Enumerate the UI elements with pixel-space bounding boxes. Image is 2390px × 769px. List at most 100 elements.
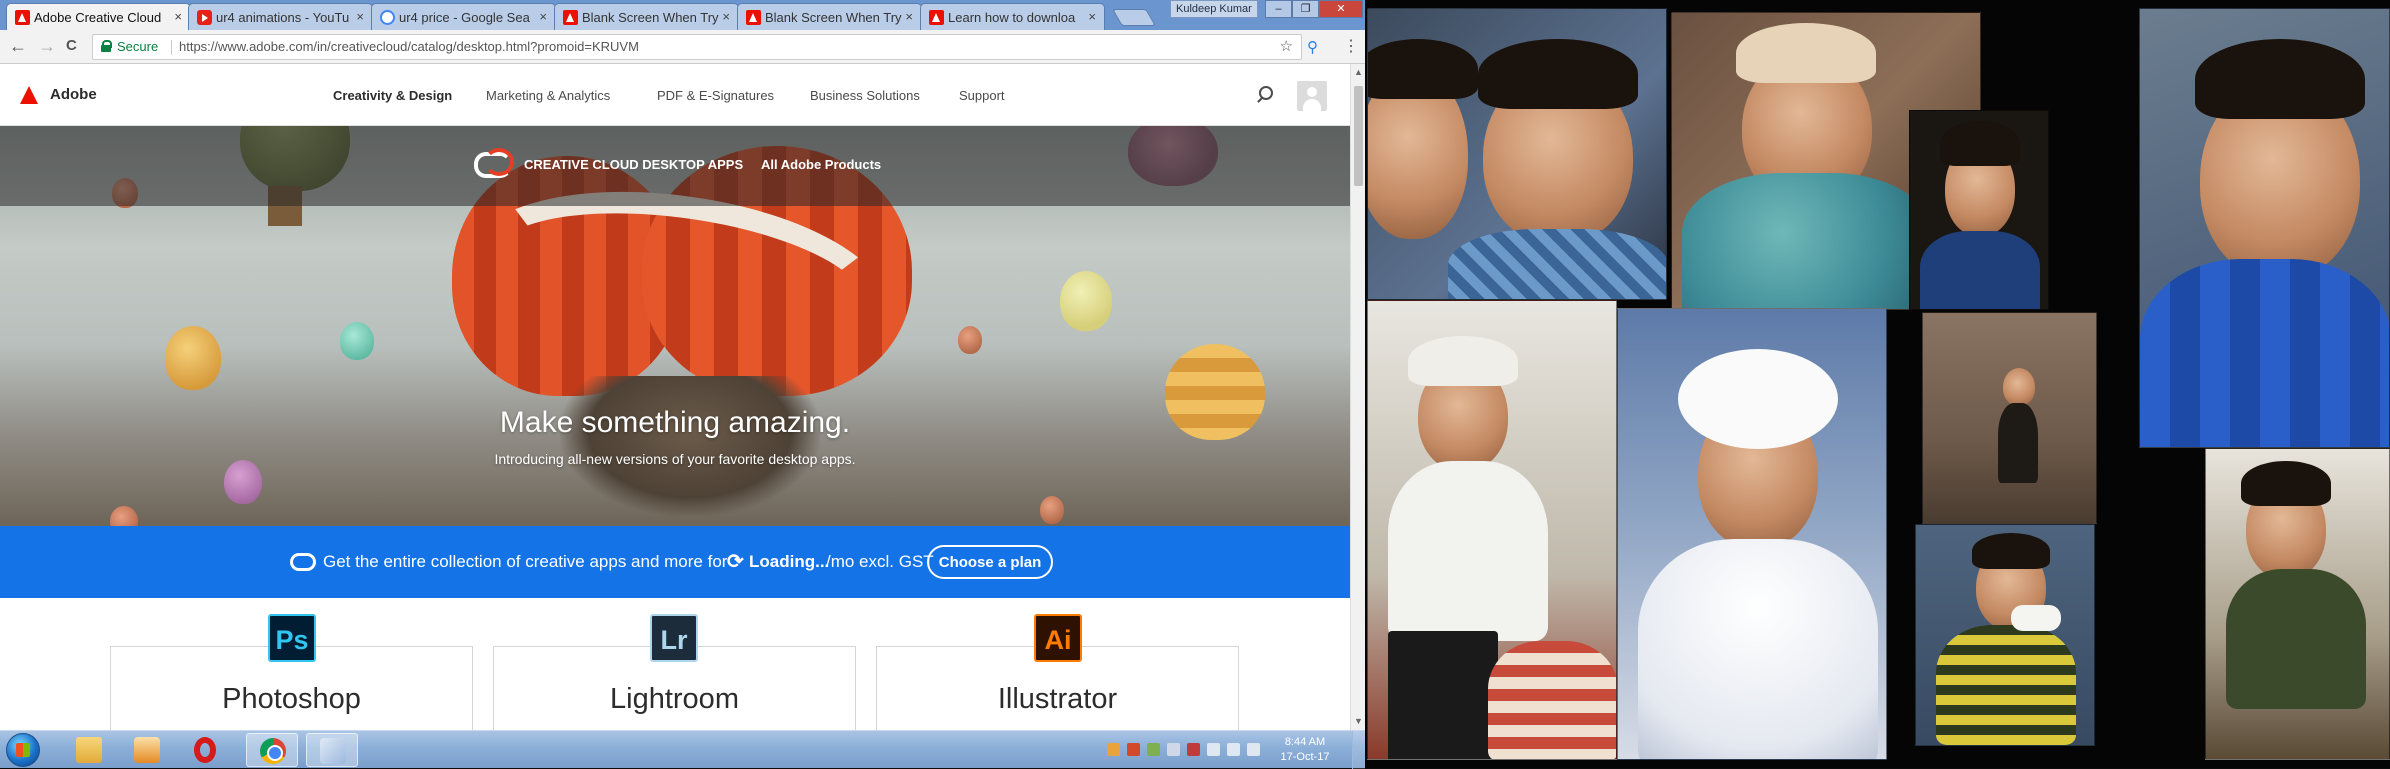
start-button[interactable]: [6, 733, 40, 767]
price-loading: Loading...: [749, 552, 830, 571]
youtube-icon: [197, 10, 212, 25]
close-icon[interactable]: ×: [1088, 9, 1096, 24]
paint-icon: [320, 738, 346, 764]
hat: [1736, 23, 1876, 83]
taskbar-chrome[interactable]: [246, 733, 298, 767]
cc-desktop-apps-link[interactable]: CREATIVE CLOUD DESKTOP APPS: [524, 157, 743, 172]
avatar[interactable]: [1297, 81, 1327, 111]
google-icon: [380, 10, 395, 25]
adobe-logo-icon[interactable]: [20, 86, 38, 104]
battery-icon[interactable]: [1167, 743, 1180, 756]
tab-blank-screen-2[interactable]: Blank Screen When Try ×: [737, 3, 922, 30]
taskbar-opera[interactable]: [179, 733, 231, 767]
clothing: [1682, 173, 1932, 309]
back-icon[interactable]: ←: [9, 37, 27, 55]
adobe-brand[interactable]: Adobe: [50, 86, 97, 103]
balloon-image: [165, 326, 221, 390]
network-icon[interactable]: [1127, 743, 1140, 756]
tab-blank-screen-1[interactable]: Blank Screen When Try ×: [554, 3, 739, 30]
adobe-icon: [563, 10, 578, 25]
browser-window: Adobe Creative Cloud × ur4 animations - …: [0, 0, 1365, 730]
hair: [2241, 461, 2331, 506]
shield-icon[interactable]: [1187, 743, 1200, 756]
reload-icon[interactable]: C: [66, 37, 77, 55]
minimize-button[interactable]: –: [1265, 0, 1292, 18]
search-extension-icon[interactable]: ⚲: [1307, 38, 1318, 56]
close-icon[interactable]: ×: [905, 9, 913, 24]
clothing: [1388, 461, 1548, 641]
illustrator-icon[interactable]: Ai: [1034, 614, 1082, 662]
clothing: [2140, 259, 2389, 447]
nav-support[interactable]: Support: [959, 88, 1005, 103]
close-icon[interactable]: ×: [722, 9, 730, 24]
lightroom-icon[interactable]: Lr: [650, 614, 698, 662]
close-icon[interactable]: ×: [539, 9, 547, 24]
profile-name[interactable]: Kuldeep Kumar: [1170, 0, 1258, 18]
close-window-button[interactable]: ✕: [1319, 0, 1363, 18]
balloon-image: [340, 322, 374, 360]
show-desktop-button[interactable]: [1352, 731, 1365, 769]
scroll-down-icon[interactable]: ▼: [1351, 716, 1365, 726]
clothing: [1638, 539, 1878, 759]
photo-girl-white-bonnet: [1617, 308, 1887, 760]
tab-strip: Adobe Creative Cloud × ur4 animations - …: [0, 0, 1365, 31]
clock-date: 17-Oct-17: [1280, 751, 1330, 763]
volume-icon[interactable]: [1147, 743, 1160, 756]
scroll-thumb[interactable]: [1354, 86, 1363, 186]
nav-creativity-design[interactable]: Creativity & Design: [333, 88, 452, 103]
hair: [1972, 533, 2050, 569]
photo-boy-telephone: [1915, 524, 2095, 746]
bookmark-star-icon[interactable]: ☆: [1280, 35, 1293, 59]
search-icon[interactable]: [1256, 86, 1273, 102]
photo-smiling-man: [2139, 8, 2390, 448]
taskbar-paint[interactable]: [306, 733, 358, 767]
balloon-image: [1060, 271, 1112, 331]
photo-toddler-outdoors: [1922, 312, 2097, 524]
price-suffix: /mo excl. GST: [826, 552, 934, 571]
choose-plan-button[interactable]: Choose a plan: [927, 545, 1053, 579]
system-clock[interactable]: 8:44 AM 17-Oct-17: [1265, 735, 1345, 765]
tab-learn-download[interactable]: Learn how to downloa ×: [920, 3, 1105, 30]
tab-adobe-creative-cloud[interactable]: Adobe Creative Cloud ×: [6, 3, 191, 31]
scroll-up-icon[interactable]: ▲: [1351, 67, 1365, 77]
flag-icon[interactable]: [1107, 743, 1120, 756]
balloon-image: [958, 326, 982, 354]
page-scrollbar[interactable]: ▲ ▼: [1350, 64, 1365, 730]
tab-title: Learn how to downloa: [948, 10, 1076, 25]
forward-icon[interactable]: →: [38, 37, 56, 55]
taskbar-media-player[interactable]: [121, 733, 173, 767]
keyboard-icon[interactable]: [1227, 743, 1240, 756]
address-bar[interactable]: Secure https://www.adobe.com/in/creative…: [92, 34, 1302, 60]
hair: [1368, 39, 1478, 99]
new-tab-button[interactable]: [1112, 9, 1156, 26]
maximize-button[interactable]: ❐: [1292, 0, 1319, 18]
nav-business-solutions[interactable]: Business Solutions: [810, 88, 920, 103]
bonnet: [1678, 349, 1838, 449]
face: [2003, 368, 2035, 406]
nav-pdf-esignatures[interactable]: PDF & E-Signatures: [657, 88, 774, 103]
tab-google-search[interactable]: ur4 price - Google Sea ×: [371, 3, 556, 30]
secure-label: Secure: [117, 39, 159, 54]
balloon-image: [110, 506, 138, 526]
clothing: [2226, 569, 2366, 709]
browser-menu-icon[interactable]: ⋮: [1343, 36, 1359, 56]
taskbar-file-explorer[interactable]: [63, 733, 115, 767]
monitor-icon[interactable]: [1247, 743, 1260, 756]
app-cards: Photoshop Lightroom Illustrator Ps Lr Ai: [0, 598, 1350, 730]
adobe-icon: [746, 10, 761, 25]
hair: [2195, 39, 2365, 119]
nav-marketing-analytics[interactable]: Marketing & Analytics: [486, 88, 610, 103]
usb-icon[interactable]: [1207, 743, 1220, 756]
hair: [1940, 121, 2020, 166]
close-icon[interactable]: ×: [174, 9, 182, 24]
refresh-icon: ⟳: [727, 551, 744, 573]
photoshop-icon[interactable]: Ps: [268, 614, 316, 662]
photo-man-and-toddler: [1367, 8, 1667, 300]
url-text[interactable]: https://www.adobe.com/in/creativecloud/c…: [179, 35, 639, 59]
photo-child-white-cap: [1367, 300, 1617, 760]
close-icon[interactable]: ×: [356, 9, 364, 24]
tab-youtube[interactable]: ur4 animations - YouTu ×: [188, 3, 373, 30]
all-adobe-products-link[interactable]: All Adobe Products: [761, 157, 881, 172]
taskbar: 8:44 AM 17-Oct-17: [0, 730, 1365, 769]
clothing: [1998, 403, 2038, 483]
